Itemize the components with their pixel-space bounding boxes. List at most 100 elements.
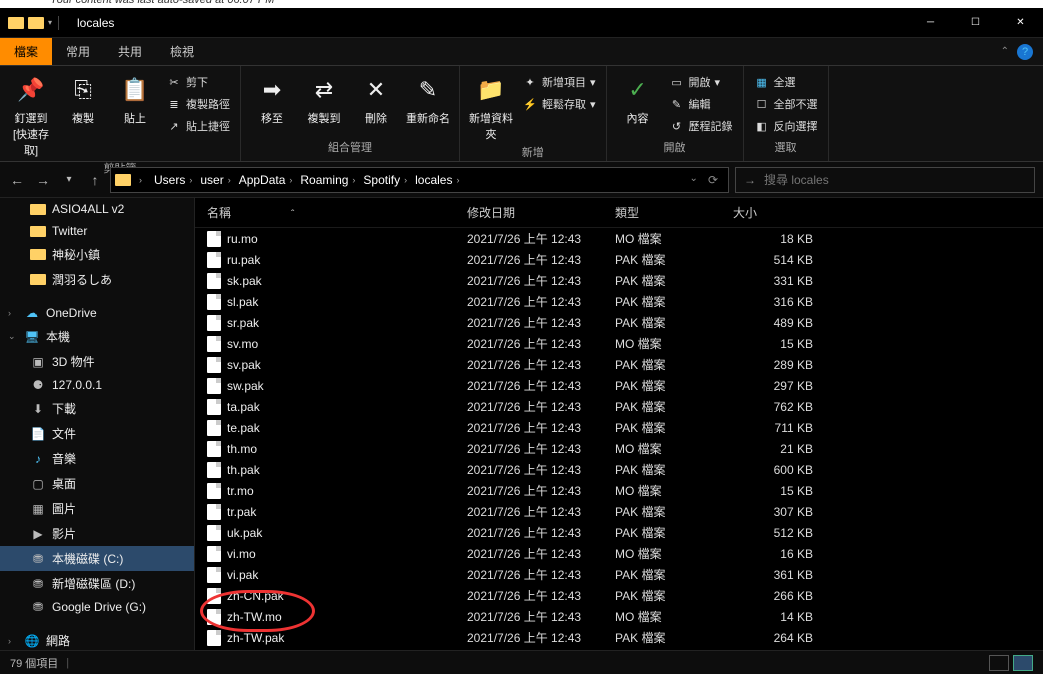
breadcrumb-item[interactable]: user› (196, 173, 234, 187)
file-row[interactable]: zh-CN.pak2021/7/26 上午 12:43PAK 檔案266 KB (195, 585, 1043, 606)
file-row[interactable]: vi.mo2021/7/26 上午 12:43MO 檔案16 KB (195, 543, 1043, 564)
sidebar-item[interactable]: ⬇下載 (0, 396, 194, 421)
up-button[interactable]: ↑ (86, 172, 104, 188)
tab-home[interactable]: 常用 (52, 38, 104, 65)
moveto-button[interactable]: ➡移至 (247, 70, 297, 126)
sidebar-item[interactable]: ♪音樂 (0, 446, 194, 471)
file-row[interactable]: uk.pak2021/7/26 上午 12:43PAK 檔案512 KB (195, 522, 1043, 543)
sidebar-item[interactable]: ›☁OneDrive (0, 302, 194, 324)
breadcrumb-item[interactable]: Spotify› (359, 173, 411, 187)
search-input[interactable] (764, 173, 1026, 187)
dropdown-icon[interactable]: ▾ (48, 18, 52, 27)
sidebar-item[interactable]: ⛃本機磁碟 (C:) (0, 546, 194, 571)
paste-button[interactable]: 📋貼上 (110, 70, 160, 126)
easyaccess-button[interactable]: ⚡輕鬆存取 ▾ (518, 94, 600, 114)
file-row[interactable]: ru.pak2021/7/26 上午 12:43PAK 檔案514 KB (195, 249, 1043, 270)
sidebar-item[interactable]: ⛃新增磁碟區 (D:) (0, 571, 194, 596)
close-button[interactable]: ✕ (998, 8, 1043, 38)
address-dropdown-icon[interactable]: ⌄ (690, 173, 698, 187)
breadcrumb-item[interactable]: Roaming› (296, 173, 359, 187)
col-name[interactable]: 名稱 (207, 206, 231, 220)
file-row[interactable]: sv.mo2021/7/26 上午 12:43MO 檔案15 KB (195, 333, 1043, 354)
collapse-ribbon-icon[interactable]: ⌃ (1001, 46, 1009, 57)
view-details-button[interactable] (989, 655, 1009, 671)
file-icon (207, 294, 221, 310)
minimize-button[interactable]: ─ (908, 8, 953, 38)
back-button[interactable]: ← (8, 172, 26, 188)
sidebar-item[interactable]: ⚈127.0.0.1 (0, 374, 194, 396)
copypath-button[interactable]: ≣複製路徑 (162, 94, 234, 114)
sidebar-item[interactable]: ▶影片 (0, 521, 194, 546)
history-button[interactable]: ↺歷程記錄 (665, 116, 737, 136)
file-row[interactable]: vi.pak2021/7/26 上午 12:43PAK 檔案361 KB (195, 564, 1043, 585)
pasteshortcut-button[interactable]: ↗貼上捷徑 (162, 116, 234, 136)
breadcrumb-item[interactable]: AppData› (235, 173, 297, 187)
selectall-button[interactable]: ▦全選 (750, 72, 822, 92)
edit-button[interactable]: ✎編輯 (665, 94, 737, 114)
cut-button[interactable]: ✂剪下 (162, 72, 234, 92)
forward-button[interactable]: → (34, 172, 52, 188)
file-row[interactable]: te.pak2021/7/26 上午 12:43PAK 檔案711 KB (195, 417, 1043, 438)
file-row[interactable]: zh-TW.mo2021/7/26 上午 12:43MO 檔案14 KB (195, 606, 1043, 627)
file-row[interactable]: th.mo2021/7/26 上午 12:43MO 檔案21 KB (195, 438, 1043, 459)
breadcrumb-item[interactable]: locales› (411, 173, 463, 187)
sidebar-item[interactable]: Twitter (0, 220, 194, 242)
file-row[interactable]: zh-TW.pak2021/7/26 上午 12:43PAK 檔案264 KB (195, 627, 1043, 648)
file-row[interactable]: ta.pak2021/7/26 上午 12:43PAK 檔案762 KB (195, 396, 1043, 417)
newfolder-button[interactable]: 📁新增資料夾 (466, 70, 516, 142)
selectnone-button[interactable]: ☐全部不選 (750, 94, 822, 114)
col-size[interactable]: 大小 (733, 204, 813, 221)
file-row[interactable]: sk.pak2021/7/26 上午 12:43PAK 檔案331 KB (195, 270, 1043, 291)
tab-view[interactable]: 檢視 (156, 38, 208, 65)
newitem-button[interactable]: ✦新增項目 ▾ (518, 72, 600, 92)
sidebar-item[interactable]: ⌄🖥本機 (0, 324, 194, 349)
sidebar-item[interactable]: 潤羽るしあ (0, 267, 194, 292)
file-row[interactable]: sw.pak2021/7/26 上午 12:43PAK 檔案297 KB (195, 375, 1043, 396)
file-icon (207, 252, 221, 268)
column-headers[interactable]: 名稱ˆ 修改日期 類型 大小 (195, 198, 1043, 228)
copy-button[interactable]: ⎘複製 (58, 70, 108, 126)
invert-button[interactable]: ◧反向選擇 (750, 116, 822, 136)
rename-icon: ✎ (412, 74, 444, 106)
paste-icon: 📋 (119, 74, 151, 106)
breadcrumb-item[interactable]: Users› (150, 173, 196, 187)
search-box[interactable]: → (735, 167, 1035, 193)
sidebar-item[interactable]: ›🌐網路 (0, 628, 194, 650)
refresh-button[interactable]: ⟳ (708, 173, 718, 187)
statusbar: 79 個項目 | (0, 650, 1043, 674)
delete-button[interactable]: ✕刪除 (351, 70, 401, 126)
file-icon (207, 462, 221, 478)
properties-button[interactable]: ✓內容 (613, 70, 663, 126)
pin-button[interactable]: 📌釘選到 [快速存取] (6, 70, 56, 158)
address-bar[interactable]: › Users›user›AppData›Roaming›Spotify›loc… (110, 167, 729, 193)
view-large-button[interactable] (1013, 655, 1033, 671)
help-icon[interactable]: ? (1017, 44, 1033, 60)
file-list[interactable]: ru.mo2021/7/26 上午 12:43MO 檔案18 KBru.pak2… (195, 228, 1043, 650)
sidebar-item[interactable]: ▢桌面 (0, 471, 194, 496)
sidebar-item[interactable]: ▣3D 物件 (0, 349, 194, 374)
sidebar-item[interactable]: 📄文件 (0, 421, 194, 446)
file-icon (207, 525, 221, 541)
rename-button[interactable]: ✎重新命名 (403, 70, 453, 126)
tab-share[interactable]: 共用 (104, 38, 156, 65)
file-row[interactable]: th.pak2021/7/26 上午 12:43PAK 檔案600 KB (195, 459, 1043, 480)
maximize-button[interactable]: ☐ (953, 8, 998, 38)
file-row[interactable]: ru.mo2021/7/26 上午 12:43MO 檔案18 KB (195, 228, 1043, 249)
file-row[interactable]: sr.pak2021/7/26 上午 12:43PAK 檔案489 KB (195, 312, 1043, 333)
file-row[interactable]: sv.pak2021/7/26 上午 12:43PAK 檔案289 KB (195, 354, 1043, 375)
sidebar[interactable]: ASIO4ALL v2Twitter神秘小鎮潤羽るしあ ›☁OneDrive⌄🖥本… (0, 198, 195, 650)
col-date[interactable]: 修改日期 (467, 204, 615, 221)
tab-file[interactable]: 檔案 (0, 38, 52, 65)
file-row[interactable]: tr.mo2021/7/26 上午 12:43MO 檔案15 KB (195, 480, 1043, 501)
sidebar-item[interactable]: ⛃Google Drive (G:) (0, 596, 194, 618)
sidebar-item[interactable]: 神秘小鎮 (0, 242, 194, 267)
copyto-button[interactable]: ⇄複製到 (299, 70, 349, 126)
col-type[interactable]: 類型 (615, 204, 733, 221)
open-button[interactable]: ▭開啟 ▾ (665, 72, 737, 92)
sidebar-item[interactable]: ▦圖片 (0, 496, 194, 521)
file-row[interactable]: sl.pak2021/7/26 上午 12:43PAK 檔案316 KB (195, 291, 1043, 312)
file-icon (207, 315, 221, 331)
file-row[interactable]: tr.pak2021/7/26 上午 12:43PAK 檔案307 KB (195, 501, 1043, 522)
recent-button[interactable]: ▾ (60, 174, 78, 185)
sidebar-item[interactable]: ASIO4ALL v2 (0, 198, 194, 220)
